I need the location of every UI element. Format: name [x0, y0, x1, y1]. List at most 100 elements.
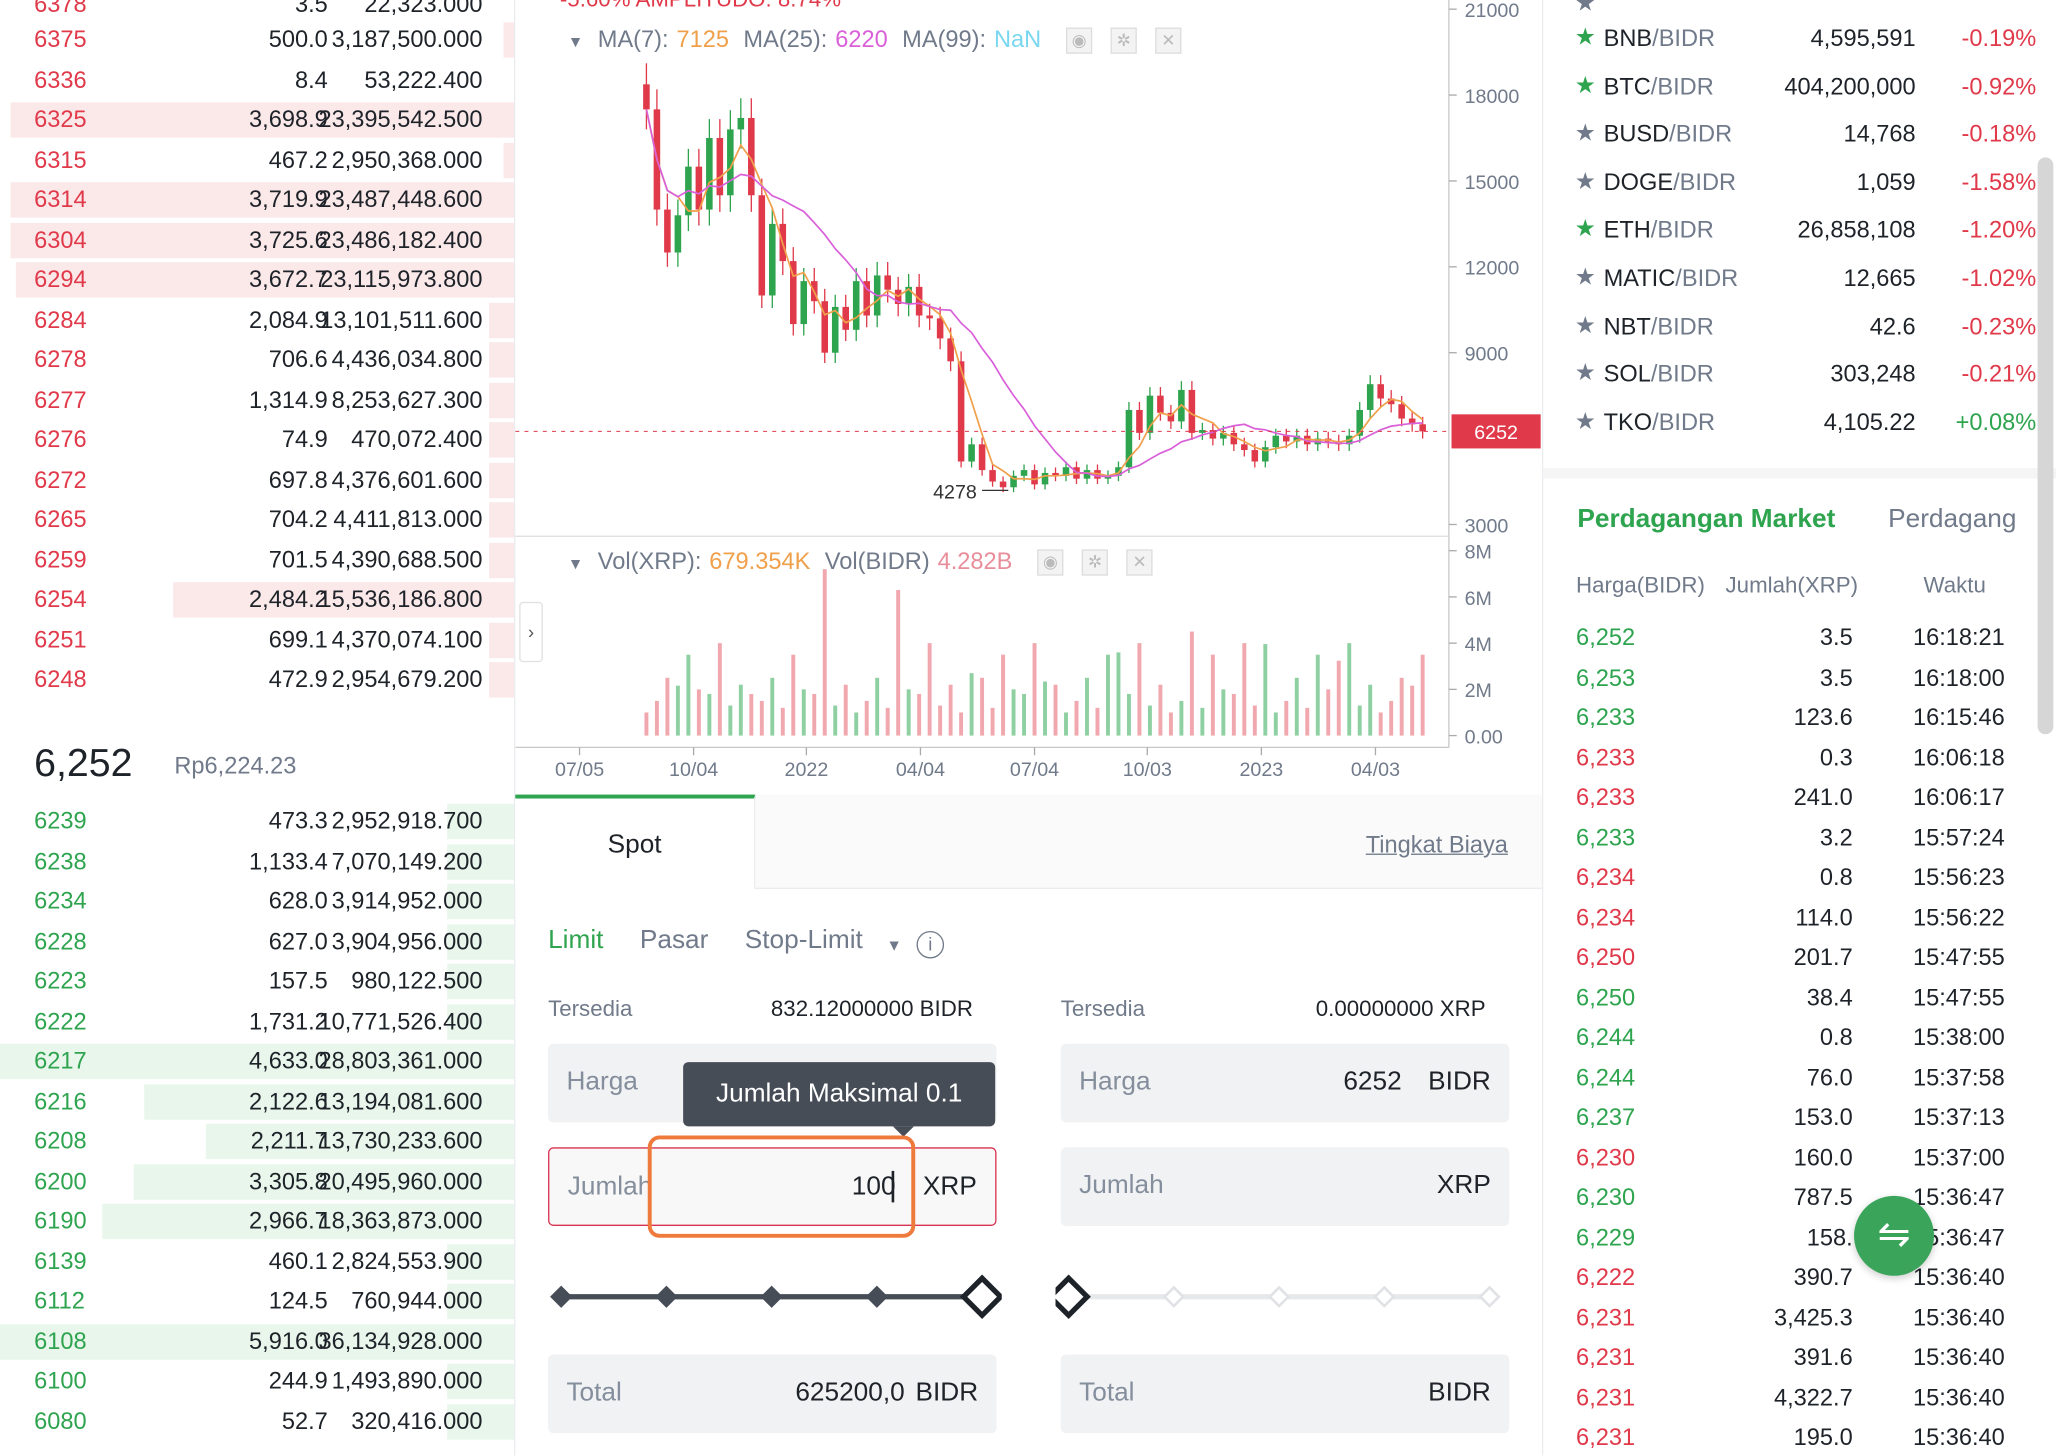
- bid-row[interactable]: 6100 244.9 1,493,890.000: [0, 1361, 514, 1400]
- bid-row[interactable]: 6239 473.3 2,952,918.700: [0, 801, 514, 840]
- bid-row[interactable]: 6234 628.0 3,914,952.000: [0, 881, 514, 920]
- bid-row[interactable]: 6208 2,211.7 13,730,233.600: [0, 1121, 514, 1160]
- ask-amount: 2,484.2: [249, 586, 328, 613]
- market-pair-row[interactable]: ★ DOGE/BIDR 1,059 -1.58%: [1543, 162, 2056, 209]
- ask-row[interactable]: 6294 3,672.7 23,115,973.800: [0, 260, 514, 299]
- bid-amount: 473.3: [268, 807, 328, 834]
- sell-amount-field[interactable]: Jumlah XRP: [1060, 1147, 1510, 1226]
- star-icon[interactable]: ★: [1575, 24, 1596, 52]
- ask-total: 53,222.400: [364, 66, 483, 93]
- bid-row[interactable]: 6228 627.0 3,904,956.000: [0, 921, 514, 960]
- tab-my-trades[interactable]: Perdagang: [1888, 505, 2016, 535]
- trade-time: 15:36:40: [1912, 1343, 2005, 1371]
- order-type-stop-limit[interactable]: Stop-Limit: [745, 926, 863, 956]
- eye-icon[interactable]: ◉: [1066, 27, 1093, 55]
- info-icon[interactable]: i: [916, 930, 945, 959]
- tab-market-trades[interactable]: Perdagangan Market: [1577, 505, 1835, 535]
- bid-row[interactable]: 6190 2,966.7 18,363,873.000: [0, 1201, 514, 1240]
- ask-row[interactable]: 6248 472.9 2,954,679.200: [0, 660, 514, 699]
- trade-amount: 38.4: [1806, 984, 1853, 1011]
- swap-icon[interactable]: ⇋: [1854, 1195, 1935, 1276]
- eye-icon[interactable]: ◉: [1037, 549, 1064, 576]
- ask-row[interactable]: 6325 3,698.9 23,395,542.500: [0, 100, 514, 139]
- star-icon[interactable]: ★: [1575, 216, 1596, 244]
- collapse-icon[interactable]: ▼: [568, 33, 584, 51]
- sell-price-field[interactable]: Harga 6252 BIDR: [1060, 1043, 1510, 1123]
- buy-total-field[interactable]: Total 625200,0 BIDR: [548, 1354, 997, 1434]
- bid-total: 13,194,081.600: [318, 1087, 483, 1114]
- volume-bar: [1326, 689, 1331, 736]
- sell-percent-slider[interactable]: [1055, 1274, 1510, 1320]
- ask-amount: 500.0: [268, 26, 328, 53]
- chevron-right-icon[interactable]: ›: [519, 601, 543, 663]
- close-icon[interactable]: ✕: [1155, 27, 1182, 55]
- order-type-limit[interactable]: Limit: [548, 926, 603, 956]
- market-pair-row[interactable]: ★ ETH/BIDR 26,858,108 -1.20%: [1543, 210, 2056, 257]
- bid-amount: 3,305.8: [249, 1167, 328, 1194]
- ask-row[interactable]: 6304 3,725.6 23,486,182.400: [0, 220, 514, 259]
- bid-row[interactable]: 6238 1,133.4 7,070,149.200: [0, 841, 514, 880]
- market-pair-row[interactable]: ★ TKO/BIDR 4,105.22 +0.08%: [1543, 402, 2056, 449]
- close-icon[interactable]: ✕: [1126, 549, 1153, 576]
- bid-row[interactable]: 6223 157.5 980,122.500: [0, 961, 514, 1000]
- candlestick-chart[interactable]: 21000 18000 15000 12000 9000 3000 8M 6M 4M 2M 0.00…: [515, 0, 1543, 797]
- ask-row[interactable]: 6336 8.4 53,222.400: [0, 60, 514, 99]
- star-icon[interactable]: ★: [1575, 72, 1596, 100]
- ask-row[interactable]: 6315 467.2 2,950,368.000: [0, 140, 514, 179]
- bid-amount: 52.7: [281, 1407, 328, 1434]
- candle-body: [842, 306, 850, 330]
- ask-row[interactable]: 6314 3,719.9 23,487,448.600: [0, 180, 514, 219]
- sell-total-field[interactable]: Total BIDR: [1060, 1354, 1510, 1434]
- market-pair-row[interactable]: ★ NBT/BIDR 42.6 -0.23%: [1543, 306, 2056, 353]
- bid-row[interactable]: 6139 460.1 2,824,553.900: [0, 1241, 514, 1280]
- gear-icon[interactable]: ✲: [1110, 27, 1137, 55]
- buy-percent-slider[interactable]: [548, 1274, 1002, 1320]
- bid-row[interactable]: 6112 124.5 760,944.000: [0, 1281, 514, 1320]
- order-type-market[interactable]: Pasar: [640, 926, 709, 956]
- bid-row[interactable]: 6217 4,633.0 28,803,361.000: [0, 1041, 514, 1080]
- star-icon[interactable]: ★: [1575, 360, 1596, 388]
- ask-row[interactable]: 6278 706.6 4,436,034.800: [0, 340, 514, 379]
- trade-row: 6,237 153.0 15:37:13: [1543, 1097, 2056, 1136]
- star-icon[interactable]: ★: [1575, 168, 1596, 196]
- trade-row: 6,234 114.0 15:56:22: [1543, 898, 2056, 937]
- ask-row[interactable]: 6265 704.2 4,411,813.000: [0, 500, 514, 539]
- scrollbar[interactable]: [2037, 157, 2054, 735]
- star-icon[interactable]: ★: [1575, 0, 1596, 17]
- sell-price-value[interactable]: 6252: [1271, 1067, 1401, 1097]
- star-icon[interactable]: ★: [1575, 312, 1596, 340]
- ask-row[interactable]: 6284 2,084.9 13,101,511.600: [0, 300, 514, 339]
- buy-total-value[interactable]: 625200,0: [721, 1378, 904, 1408]
- gear-icon[interactable]: ✲: [1081, 549, 1109, 576]
- ask-row[interactable]: 6272 697.8 4,376,601.600: [0, 460, 514, 499]
- star-icon[interactable]: ★: [1575, 264, 1596, 292]
- ask-row[interactable]: 6277 1,314.9 8,253,627.300: [0, 380, 514, 419]
- ask-row[interactable]: 6276 74.9 470,072.400: [0, 420, 514, 459]
- star-icon[interactable]: ★: [1575, 408, 1596, 436]
- pair-base: TKO: [1603, 408, 1653, 436]
- date-tick-label: 2022: [785, 759, 829, 781]
- market-pair-row[interactable]: ★ MATIC/BIDR 12,665 -1.02%: [1543, 258, 2056, 305]
- bid-row[interactable]: 6216 2,122.6 13,194,081.600: [0, 1081, 514, 1120]
- ask-total: 23,487,448.600: [318, 186, 483, 213]
- tab-spot[interactable]: Spot: [515, 794, 756, 889]
- caret-down-icon[interactable]: ▼: [886, 936, 902, 954]
- bid-row[interactable]: 6222 1,731.2 10,771,526.400: [0, 1001, 514, 1040]
- ask-row[interactable]: 6254 2,484.2 15,536,186.800: [0, 580, 514, 619]
- ask-row[interactable]: 6251 699.1 4,370,074.100: [0, 620, 514, 659]
- market-pair-row[interactable]: ★ BNB/BIDR 4,595,591 -0.19%: [1543, 18, 2056, 65]
- pair-price: 4,105.22: [1823, 408, 1916, 436]
- fee-level-link[interactable]: Tingkat Biaya: [1366, 831, 1508, 859]
- bid-row[interactable]: 6200 3,305.8 20,495,960.000: [0, 1161, 514, 1200]
- bid-row[interactable]: 6080 52.7 320,416.000: [0, 1401, 514, 1440]
- ask-row[interactable]: 6375 500.0 3,187,500.000: [0, 20, 514, 59]
- slider-handle: [959, 1274, 1002, 1320]
- ask-row[interactable]: 6259 701.5 4,390,688.500: [0, 540, 514, 579]
- bid-row[interactable]: 6108 5,916.0 36,134,928.000: [0, 1321, 514, 1360]
- market-pair-row[interactable]: ★ BTC/BIDR 404,200,000 -0.92%: [1543, 66, 2056, 113]
- market-pair-row[interactable]: ★ SOL/BIDR 303,248 -0.21%: [1543, 354, 2056, 401]
- collapse-icon[interactable]: ▼: [568, 555, 584, 573]
- star-icon[interactable]: ★: [1575, 120, 1596, 148]
- market-pair-row[interactable]: ★ BUSD/BIDR 14,768 -0.18%: [1543, 114, 2056, 161]
- price-chart[interactable]: 21000 18000 15000 12000 9000 3000 8M 6M 4M 2M 0.00…: [513, 0, 1543, 798]
